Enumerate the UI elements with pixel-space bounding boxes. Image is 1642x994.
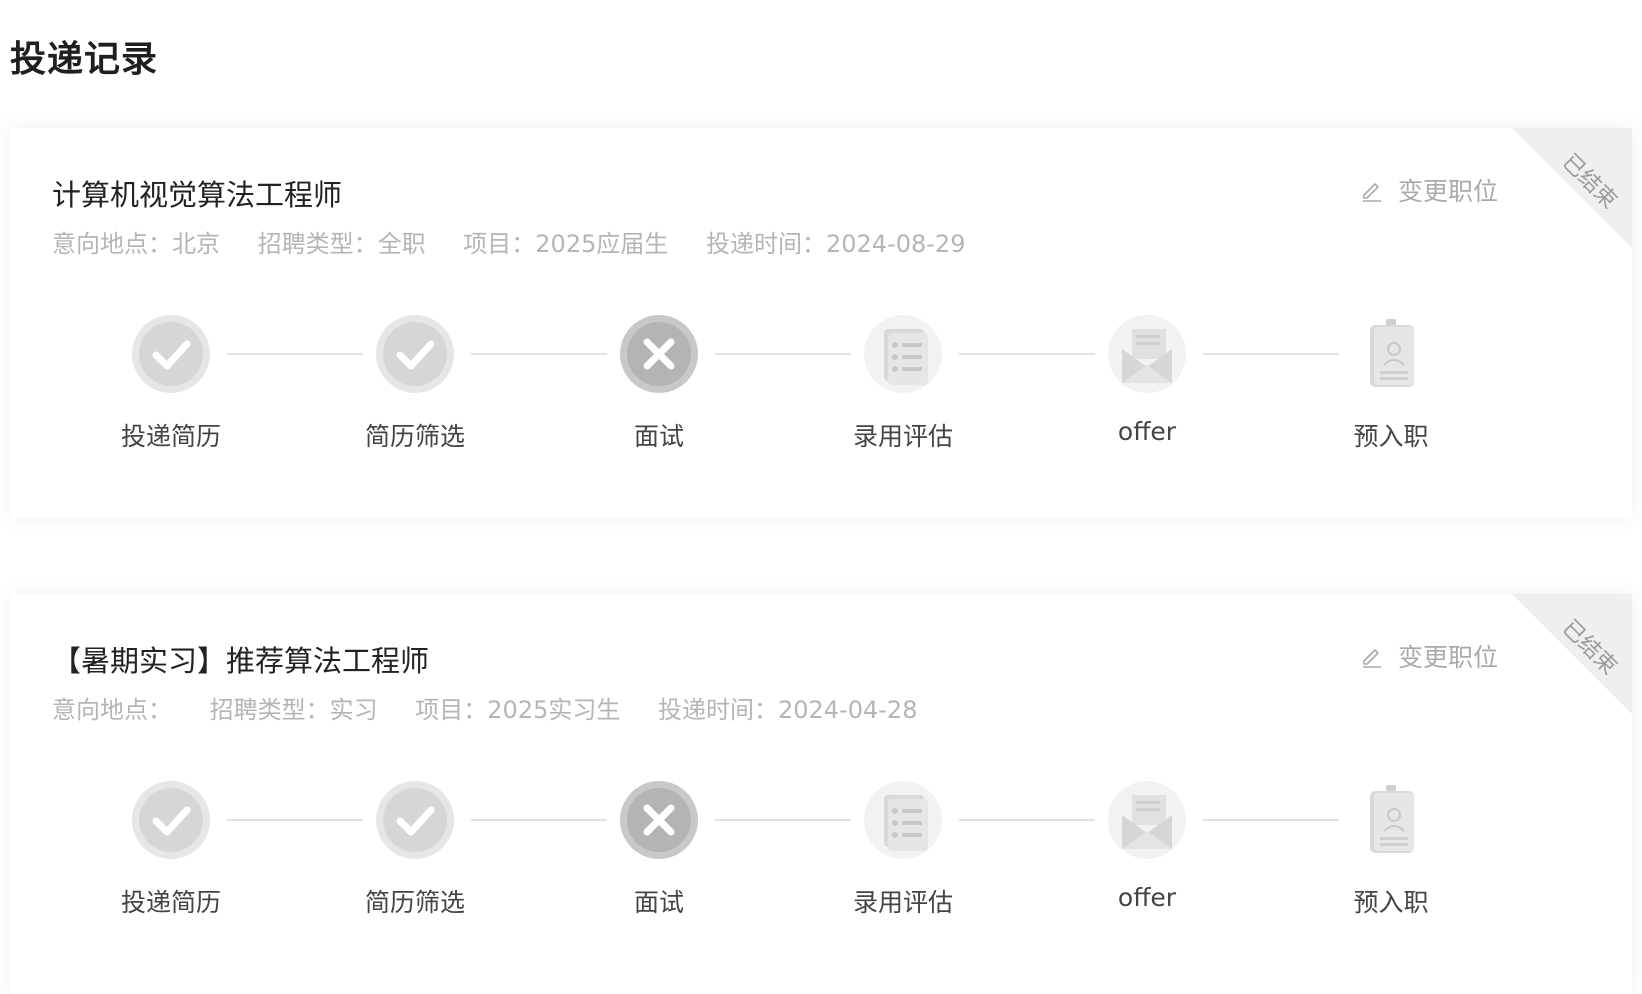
project-text: 项目：2025应届生 [463, 230, 669, 258]
page: 投递记录 已结束 计算机视觉算法工程师 变更职位 意向地点：北京 招聘类型：全职… [0, 0, 1642, 994]
step-connector [227, 819, 363, 821]
step-offer-evaluation: 录用评估 [833, 779, 973, 919]
step-label: 预入职 [1353, 888, 1429, 917]
check-icon [130, 313, 212, 395]
pencil-icon [1360, 178, 1384, 202]
step-label: 预入职 [1353, 422, 1429, 451]
step-label: 投递简历 [120, 888, 221, 917]
progress-steps: 投递简历 简历筛选 面试 录用评估 offer 预入职 [10, 779, 1632, 929]
badge-icon [1350, 779, 1432, 861]
status-ribbon: 已结束 [1512, 128, 1632, 248]
step-label: 录用评估 [852, 888, 953, 917]
badge-icon [1350, 313, 1432, 395]
step-interview: 面试 [589, 313, 729, 453]
location-text: 意向地点：北京 [52, 230, 220, 258]
check-icon [374, 313, 456, 395]
progress-steps: 投递简历 简历筛选 面试 录用评估 offer 预入职 [10, 313, 1632, 463]
step-label: 简历筛选 [364, 888, 465, 917]
application-card: 已结束 计算机视觉算法工程师 变更职位 意向地点：北京 招聘类型：全职 项目：2… [10, 128, 1632, 518]
check-icon [130, 779, 212, 861]
job-title: 计算机视觉算法工程师 [52, 178, 343, 212]
step-resume-screening: 简历筛选 [345, 313, 485, 453]
project-text: 项目：2025实习生 [415, 696, 621, 724]
step-connector [227, 353, 363, 355]
location-text: 意向地点： [52, 696, 172, 724]
step-offer: offer [1077, 313, 1217, 446]
change-position-button[interactable]: 变更职位 [1360, 638, 1498, 674]
step-label: offer [1117, 417, 1177, 446]
envelope-icon [1106, 779, 1188, 861]
step-pre-onboarding: 预入职 [1321, 313, 1461, 453]
step-connector [715, 819, 851, 821]
step-submit-resume: 投递简历 [101, 779, 241, 919]
cross-icon [618, 313, 700, 395]
step-connector [959, 819, 1095, 821]
apply-date-text: 投递时间：2024-04-28 [658, 696, 918, 724]
step-offer-evaluation: 录用评估 [833, 313, 973, 453]
checklist-icon [862, 779, 944, 861]
envelope-icon [1106, 313, 1188, 395]
status-ribbon: 已结束 [1512, 594, 1632, 714]
step-label: 简历筛选 [364, 422, 465, 451]
job-title: 【暑期实习】推荐算法工程师 [52, 644, 430, 678]
step-offer: offer [1077, 779, 1217, 912]
step-submit-resume: 投递简历 [101, 313, 241, 453]
job-type-text: 招聘类型：实习 [209, 696, 378, 724]
change-position-label: 变更职位 [1397, 177, 1498, 206]
step-connector [1203, 819, 1339, 821]
step-connector [959, 353, 1095, 355]
step-pre-onboarding: 预入职 [1321, 779, 1461, 919]
application-meta: 意向地点：北京 招聘类型：全职 项目：2025应届生 投递时间：2024-08-… [52, 224, 995, 259]
apply-date-text: 投递时间：2024-08-29 [706, 230, 966, 258]
step-label: 面试 [633, 888, 684, 917]
cross-icon [618, 779, 700, 861]
change-position-label: 变更职位 [1397, 643, 1498, 672]
step-label: offer [1117, 883, 1177, 912]
pencil-icon [1360, 644, 1384, 668]
job-type-text: 招聘类型：全职 [257, 230, 426, 258]
step-connector [715, 353, 851, 355]
check-icon [374, 779, 456, 861]
checklist-icon [862, 313, 944, 395]
application-meta: 意向地点： 招聘类型：实习 项目：2025实习生 投递时间：2024-04-28 [52, 690, 947, 725]
step-interview: 面试 [589, 779, 729, 919]
step-resume-screening: 简历筛选 [345, 779, 485, 919]
step-connector [1203, 353, 1339, 355]
application-card: 已结束 【暑期实习】推荐算法工程师 变更职位 意向地点： 招聘类型：实习 项目：… [10, 594, 1632, 994]
page-title: 投递记录 [10, 39, 159, 80]
change-position-button[interactable]: 变更职位 [1360, 172, 1498, 208]
step-label: 面试 [633, 422, 684, 451]
step-label: 录用评估 [852, 422, 953, 451]
step-connector [471, 353, 607, 355]
step-connector [471, 819, 607, 821]
step-label: 投递简历 [120, 422, 221, 451]
